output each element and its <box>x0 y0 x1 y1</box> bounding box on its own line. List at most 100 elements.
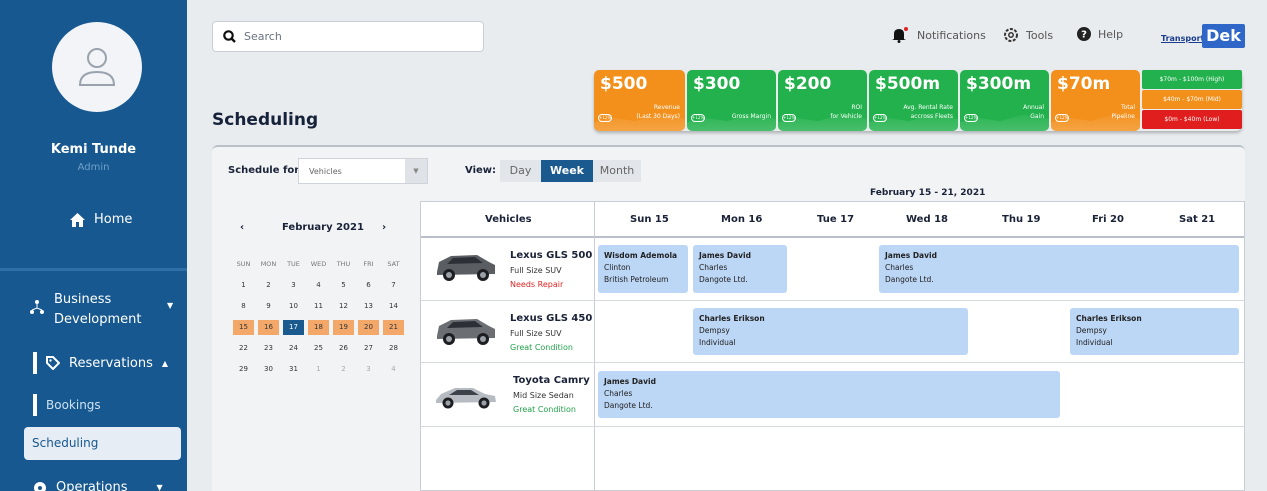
tag-icon <box>46 356 60 370</box>
calendar-day[interactable]: 13 <box>358 299 379 314</box>
calendar-day[interactable]: 16 <box>258 320 279 335</box>
calendar-next-button[interactable]: › <box>382 222 386 233</box>
calendar-day[interactable]: 19 <box>333 320 354 335</box>
notifications-button[interactable]: Notifications <box>890 27 986 43</box>
booking-block[interactable]: Charles Erikson Dempsy Individual <box>693 308 968 355</box>
view-month-button[interactable]: Month <box>593 160 641 182</box>
range-high: $70m - $100m (High) <box>1142 70 1242 89</box>
calendar-day[interactable]: 8 <box>233 299 254 314</box>
calendar-day[interactable]: 28 <box>383 341 404 356</box>
booking-customer: James David <box>604 377 656 386</box>
booking-contact: Charles <box>699 263 728 272</box>
booking-block[interactable]: Wisdom Ademola Clinton British Petroleum <box>598 245 688 293</box>
view-day-button[interactable]: Day <box>500 160 541 182</box>
calendar-day[interactable]: 12 <box>333 299 354 314</box>
sidebar-item-operations[interactable]: Operations ▼ <box>33 480 163 491</box>
calendar-prev-button[interactable]: ‹ <box>240 222 244 233</box>
column-header-day: Thu 19 <box>1002 214 1041 225</box>
calendar-day[interactable]: 4 <box>308 278 329 293</box>
booking-block[interactable]: James David Charles Dangote Ltd. <box>879 245 1239 293</box>
gear-icon <box>1004 28 1018 42</box>
chevron-down-icon: ▼ <box>405 159 427 183</box>
calendar-day[interactable]: 2 <box>258 278 279 293</box>
sidebar-item-home[interactable]: Home <box>70 212 132 227</box>
booking-block[interactable]: Charles Erikson Dempsy Individual <box>1070 308 1239 355</box>
calendar-day[interactable]: 20 <box>358 320 379 335</box>
sidebar-item-label: Business <box>54 292 112 307</box>
tools-button[interactable]: Tools <box>1003 27 1053 43</box>
calendar-day[interactable]: 30 <box>258 362 279 377</box>
network-icon <box>30 300 44 314</box>
booking-block[interactable]: James David Charles Dangote Ltd. <box>598 371 1060 418</box>
booking-customer: James David <box>885 251 937 260</box>
calendar-day[interactable]: 4 <box>383 362 404 377</box>
calendar-week-selected: 15 16 17 18 19 20 21 <box>233 317 410 338</box>
calendar-day[interactable]: 22 <box>233 341 254 356</box>
calendar-day[interactable]: 5 <box>333 278 354 293</box>
calendar-dow-row: SUN MON TUE WED THU FRI SAT <box>233 254 410 275</box>
calendar-day[interactable]: 23 <box>258 341 279 356</box>
booking-customer: James David <box>699 251 751 260</box>
search-input[interactable]: Search <box>212 21 484 52</box>
kpi-card-revenue[interactable]: $500 +12% Revenue (Last 30 Days) <box>594 70 685 131</box>
sedan-image <box>436 388 496 409</box>
kpi-card-annual-gain[interactable]: $300m +12% Annual Gain <box>960 70 1049 131</box>
calendar-month: February 2021 <box>282 222 364 233</box>
calendar-day[interactable]: 7 <box>383 278 404 293</box>
calendar-day[interactable]: 26 <box>333 341 354 356</box>
help-button[interactable]: ? Help <box>1077 27 1123 41</box>
logo-text-transport: Transport <box>1161 34 1205 43</box>
kpi-card-avg-rental-rate[interactable]: $500m +12% Avg. Rental Rate accross Fleet… <box>869 70 958 131</box>
view-week-button[interactable]: Week <box>541 160 593 182</box>
calendar-day[interactable]: 3 <box>358 362 379 377</box>
calendar-day[interactable]: 11 <box>308 299 329 314</box>
chevron-up-icon: ▲ <box>161 358 169 368</box>
sidebar-item-bookings[interactable]: Bookings <box>33 394 101 416</box>
calendar-day[interactable]: 2 <box>333 362 354 377</box>
sidebar-item-reservations[interactable]: Reservations ▲ <box>33 352 168 374</box>
calendar-day[interactable]: 6 <box>358 278 379 293</box>
avatar[interactable] <box>52 22 142 112</box>
week-range: February 15 - 21, 2021 <box>870 188 986 198</box>
column-header-day: Fri 20 <box>1092 214 1124 225</box>
booking-block[interactable]: James David Charles Dangote Ltd. <box>693 245 787 293</box>
booking-contact: Charles <box>604 389 633 398</box>
calendar-day[interactable]: 9 <box>258 299 279 314</box>
sidebar-item-label: Development <box>54 312 142 327</box>
sidebar-item-scheduling[interactable]: Scheduling <box>24 427 181 460</box>
vehicle-condition: Great Condition <box>510 343 573 352</box>
kpi-badge: +12% <box>598 114 612 122</box>
calendar-day[interactable]: 1 <box>308 362 329 377</box>
calendar-day[interactable]: 14 <box>383 299 404 314</box>
calendar-day[interactable]: 29 <box>233 362 254 377</box>
sidebar-item-business-development[interactable]: Business Development ▼ <box>30 290 173 330</box>
calendar-day[interactable]: 24 <box>283 341 304 356</box>
calendar-day[interactable]: 1 <box>233 278 254 293</box>
kpi-card-gross-margin[interactable]: $300 +12% Gross Margin <box>687 70 776 131</box>
kpi-card-total-pipeline[interactable]: $70m +12% Total Pipeline <box>1051 70 1140 131</box>
calendar-day[interactable]: 18 <box>308 320 329 335</box>
kpi-label: ROI for Vehicle <box>830 104 862 120</box>
booking-customer: Wisdom Ademola <box>604 251 678 260</box>
home-icon <box>70 212 85 227</box>
calendar-day[interactable]: 27 <box>358 341 379 356</box>
calendar-day[interactable]: 10 <box>283 299 304 314</box>
notifications-label: Notifications <box>917 28 986 42</box>
kpi-value: $300 <box>693 74 741 94</box>
select-value: Vehicles <box>309 166 342 176</box>
calendar-day[interactable]: 15 <box>233 320 254 335</box>
help-label: Help <box>1098 27 1124 41</box>
sidebar-item-label: Operations <box>56 480 128 491</box>
booking-company: Dangote Ltd. <box>699 275 748 284</box>
vehicle-name: Lexus GLS 500 <box>510 250 593 261</box>
calendar-day[interactable]: 21 <box>383 320 404 335</box>
kpi-strip: $500 +12% Revenue (Last 30 Days) $300 +12… <box>594 70 1242 131</box>
schedule-for-select[interactable]: Vehicles ▼ <box>298 158 428 184</box>
calendar-day-today[interactable]: 17 <box>283 320 304 335</box>
calendar-day[interactable]: 31 <box>283 362 304 377</box>
calendar-day[interactable]: 3 <box>283 278 304 293</box>
kpi-card-roi[interactable]: $200 +12% ROI for Vehicle <box>778 70 867 131</box>
calendar-day[interactable]: 25 <box>308 341 329 356</box>
booking-company: Individual <box>699 338 736 347</box>
kpi-label: Total Pipeline <box>1111 104 1135 120</box>
